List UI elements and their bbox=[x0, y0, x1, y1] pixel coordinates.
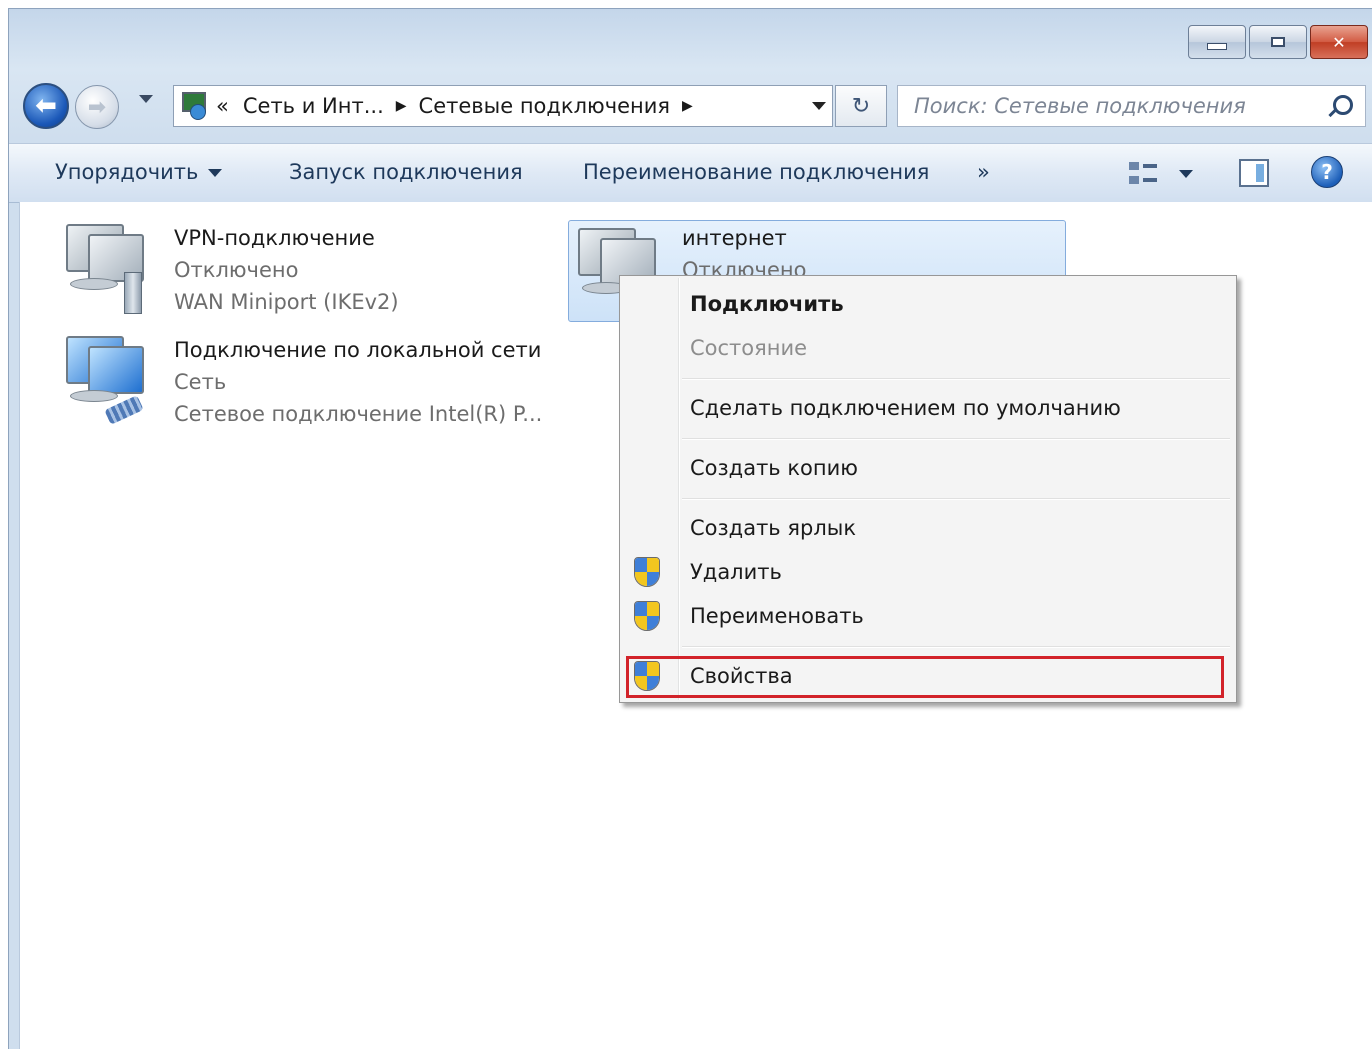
menu-item-create-copy[interactable]: Создать копию bbox=[690, 448, 858, 488]
breadcrumb-arrow-icon[interactable]: ▶ bbox=[682, 98, 693, 114]
navigation-bar: ⬅ ➡ « Сеть и Инт... ▶ Сетевые подключени… bbox=[23, 81, 1366, 133]
uac-shield-icon bbox=[634, 601, 660, 631]
uac-shield-icon bbox=[634, 557, 660, 587]
connection-status: Сеть bbox=[174, 370, 227, 394]
forward-arrow-icon: ➡ bbox=[87, 94, 107, 120]
more-commands-button[interactable]: » bbox=[977, 160, 990, 184]
recent-pages-dropdown-icon[interactable] bbox=[139, 95, 153, 103]
breadcrumb-arrow-icon[interactable]: ▶ bbox=[396, 98, 407, 114]
help-icon: ? bbox=[1321, 160, 1333, 184]
address-bar[interactable]: « Сеть и Инт... ▶ Сетевые подключения ▶ bbox=[173, 85, 833, 127]
command-bar: Упорядочить Запуск подключения Переимено… bbox=[9, 143, 1372, 203]
list-item[interactable]: VPN-подключение Отключено WAN Miniport (… bbox=[174, 222, 399, 318]
connection-name: VPN-подключение bbox=[174, 226, 375, 250]
menu-item-delete[interactable]: Удалить bbox=[690, 552, 782, 592]
back-button[interactable]: ⬅ bbox=[23, 83, 69, 129]
menu-item-rename[interactable]: Переименовать bbox=[690, 596, 864, 636]
breadcrumb-overflow[interactable]: « bbox=[216, 94, 229, 118]
search-icon[interactable] bbox=[1333, 95, 1353, 115]
close-icon: ✕ bbox=[1332, 32, 1346, 52]
menu-item-status: Состояние bbox=[690, 336, 808, 360]
menu-separator bbox=[682, 646, 1230, 648]
preview-pane-icon[interactable] bbox=[1239, 159, 1269, 187]
search-placeholder: Поиск: Сетевые подключения bbox=[914, 94, 1246, 118]
connection-status: Отключено bbox=[174, 258, 299, 282]
connection-device: Сетевое подключение Intel(R) P... bbox=[174, 402, 543, 426]
lan-connection-icon[interactable] bbox=[60, 332, 144, 428]
window-caption-buttons: ✕ bbox=[1188, 25, 1368, 59]
help-button[interactable]: ? bbox=[1311, 156, 1343, 188]
connection-name: интернет bbox=[682, 226, 787, 250]
connection-name: Подключение по локальной сети bbox=[174, 338, 542, 362]
close-button[interactable]: ✕ bbox=[1310, 25, 1368, 59]
properties-highlight-box bbox=[626, 656, 1224, 698]
explorer-window: ✕ ⬅ ➡ « Сеть и Инт... ▶ Сетевые подключе… bbox=[8, 8, 1372, 1049]
maximize-button[interactable] bbox=[1249, 25, 1307, 59]
minimize-icon bbox=[1207, 42, 1227, 50]
list-item[interactable]: Подключение по локальной сети Сеть Сетев… bbox=[174, 334, 542, 430]
change-view-icon[interactable] bbox=[1129, 160, 1159, 188]
menu-separator bbox=[682, 438, 1230, 440]
view-options-dropdown-icon[interactable] bbox=[1179, 170, 1193, 178]
menu-separator bbox=[682, 498, 1230, 500]
start-connection-button[interactable]: Запуск подключения bbox=[289, 160, 523, 184]
search-input[interactable]: Поиск: Сетевые подключения bbox=[897, 85, 1366, 127]
menu-item-set-default[interactable]: Сделать подключением по умолчанию bbox=[690, 388, 1121, 428]
rename-connection-button[interactable]: Переименование подключения bbox=[583, 160, 929, 184]
minimize-button[interactable] bbox=[1188, 25, 1246, 59]
connection-device: WAN Miniport (IKEv2) bbox=[174, 290, 399, 314]
back-arrow-icon: ⬅ bbox=[35, 91, 57, 121]
organize-label: Упорядочить bbox=[55, 160, 199, 184]
address-history-dropdown-icon[interactable] bbox=[812, 102, 826, 110]
menu-item-connect[interactable]: Подключить bbox=[690, 284, 844, 324]
network-folder-icon bbox=[180, 92, 208, 120]
breadcrumb-network-internet[interactable]: Сеть и Инт... bbox=[243, 94, 384, 118]
organize-button[interactable]: Упорядочить bbox=[55, 160, 223, 184]
forward-button[interactable]: ➡ bbox=[75, 85, 119, 129]
breadcrumb-network-connections[interactable]: Сетевые подключения bbox=[419, 94, 671, 118]
chevron-down-icon bbox=[208, 169, 223, 177]
menu-gutter bbox=[678, 278, 680, 700]
refresh-button[interactable]: ↻ bbox=[835, 85, 887, 127]
maximize-icon bbox=[1271, 37, 1285, 47]
refresh-icon: ↻ bbox=[851, 93, 871, 119]
menu-item-create-shortcut[interactable]: Создать ярлык bbox=[690, 508, 856, 548]
vpn-connection-icon[interactable] bbox=[60, 220, 144, 316]
menu-separator bbox=[682, 378, 1230, 380]
context-menu: Подключить Состояние Сделать подключение… bbox=[619, 275, 1237, 703]
